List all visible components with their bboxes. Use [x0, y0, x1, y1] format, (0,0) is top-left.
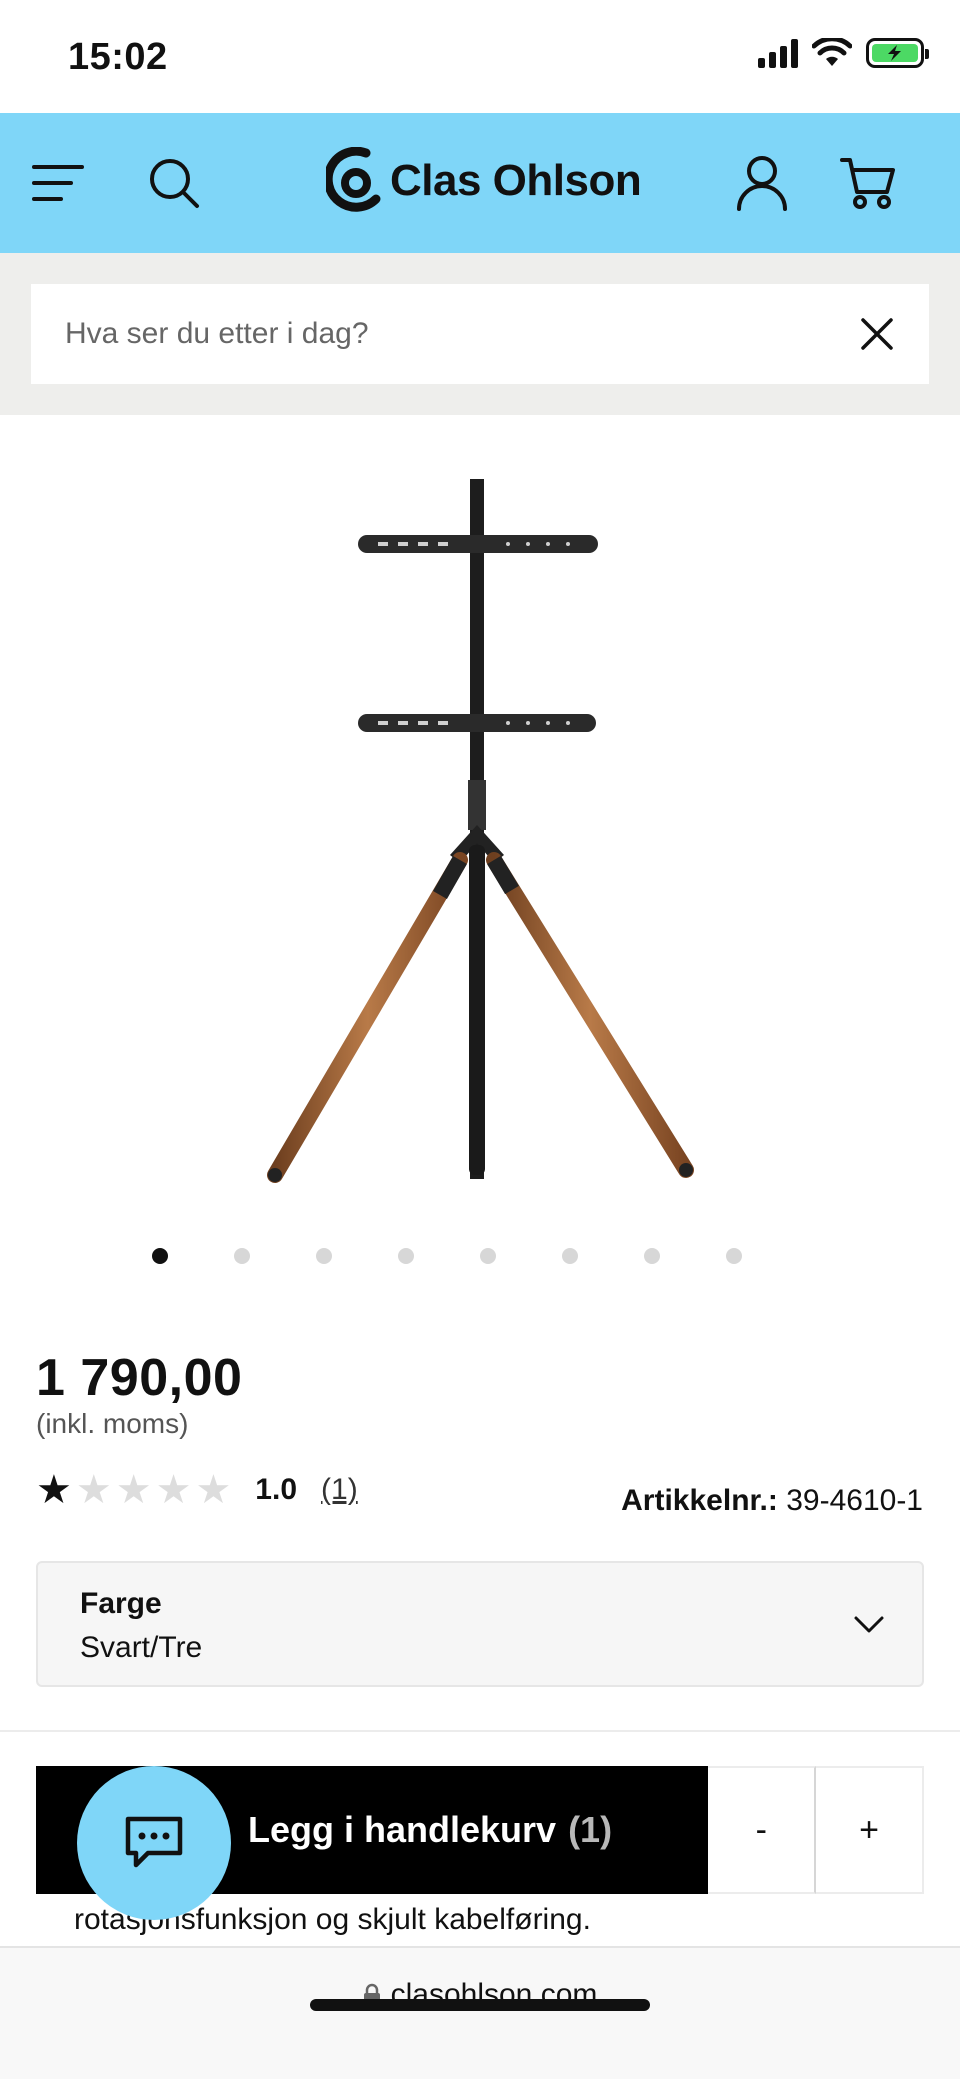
search-area — [0, 253, 960, 415]
carousel-dot[interactable] — [316, 1248, 332, 1264]
site-header: Clas Ohlson — [0, 113, 960, 253]
logo[interactable]: Clas Ohlson — [326, 147, 642, 215]
color-select-value: Svart/Tre — [80, 1631, 203, 1664]
rating[interactable]: ★ ★ ★ ★ ★ 1.0 (1) — [36, 1470, 358, 1510]
cart-quantity: (1) — [568, 1809, 613, 1850]
carousel-dot[interactable] — [152, 1248, 168, 1264]
menu-button[interactable] — [26, 151, 90, 215]
account-button[interactable] — [730, 151, 794, 215]
chevron-down-icon — [854, 1616, 884, 1633]
carousel-dot[interactable] — [644, 1248, 660, 1264]
chat-icon — [125, 1816, 183, 1868]
cart-button[interactable] — [836, 151, 900, 215]
article-number: Artikkelnr.: 39-4610-1 — [621, 1484, 923, 1518]
wifi-icon — [812, 38, 852, 66]
carousel-dot[interactable] — [234, 1248, 250, 1264]
article-number-value: 39-4610-1 — [786, 1484, 923, 1517]
cart-icon — [840, 158, 895, 209]
star-filled-icon: ★ — [36, 1468, 72, 1512]
decrease-quantity-button[interactable]: - — [708, 1766, 817, 1894]
menu-icon — [32, 165, 84, 201]
price-vat-note: (inkl. moms) — [36, 1408, 189, 1439]
status-icons — [758, 38, 929, 68]
status-time: 15:02 — [68, 36, 168, 78]
star-empty-icon: ★ — [195, 1468, 232, 1512]
rating-count-link[interactable]: (1) — [321, 1473, 358, 1507]
star-empty-icon: ★ — [155, 1468, 192, 1512]
status-bar: 15:02 — [0, 0, 960, 113]
increase-quantity-button[interactable]: + — [816, 1766, 924, 1894]
user-icon — [737, 156, 787, 211]
color-select[interactable]: Farge Svart/Tre — [36, 1561, 924, 1687]
rating-value: 1.0 — [255, 1473, 298, 1506]
home-indicator[interactable] — [310, 1999, 650, 2011]
divider — [0, 1730, 960, 1732]
search-box — [31, 284, 929, 384]
color-select-label: Farge — [80, 1587, 162, 1620]
close-icon[interactable] — [857, 314, 897, 354]
article-number-label: Artikkelnr.: — [621, 1484, 778, 1517]
star-empty-icon: ★ — [115, 1468, 152, 1512]
cellular-signal-icon — [758, 38, 798, 68]
chat-button[interactable] — [77, 1766, 231, 1920]
carousel-dot[interactable] — [562, 1248, 578, 1264]
carousel-dot[interactable] — [398, 1248, 414, 1264]
browser-address-bar[interactable]: clasohlson.com — [0, 1946, 960, 2079]
battery-icon — [866, 38, 929, 68]
search-input[interactable] — [65, 317, 825, 351]
search-icon — [150, 159, 199, 208]
carousel-dot[interactable] — [480, 1248, 496, 1264]
search-button[interactable] — [142, 151, 206, 215]
logo-text: Clas Ohlson — [390, 156, 642, 205]
clas-ohlson-logo-icon — [326, 147, 381, 212]
star-empty-icon: ★ — [75, 1468, 112, 1512]
product-price: 1 790,00 — [36, 1349, 243, 1407]
carousel-dot[interactable] — [726, 1248, 742, 1264]
add-to-cart-label: Legg i handlekurv — [248, 1809, 557, 1850]
carousel-dots — [0, 1248, 960, 1268]
product-image[interactable] — [0, 415, 960, 1215]
